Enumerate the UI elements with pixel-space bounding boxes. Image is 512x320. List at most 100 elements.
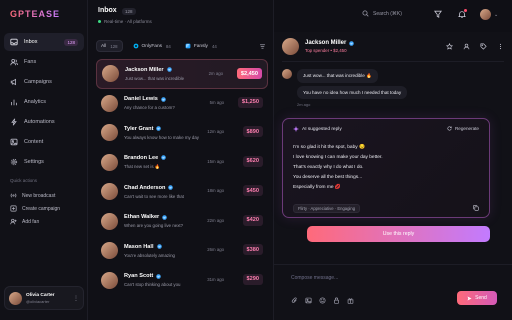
spend-amount-badge: $420 xyxy=(242,214,263,226)
sidebar-item-campaigns[interactable]: Campaigns xyxy=(4,73,84,91)
broadcast-icon xyxy=(10,192,17,199)
filter-count: 84 xyxy=(166,43,171,49)
search-placeholder: Search (⌘K) xyxy=(373,10,402,17)
filter-icon[interactable] xyxy=(434,10,442,18)
sidebar-item-analytics[interactable]: Analytics xyxy=(4,93,84,111)
verified-icon xyxy=(349,40,355,46)
emoji-icon[interactable] xyxy=(319,297,326,304)
message-preview: You always know how to make my day xyxy=(124,134,200,140)
conversation-row[interactable]: Mason Hall You're absolutely amazing 26m… xyxy=(96,236,268,266)
ai-reply-line: That's exactly why I do what I do. xyxy=(293,165,364,170)
sidebar-item-inbox[interactable]: Inbox 128 xyxy=(4,33,84,51)
filter-onlyfans[interactable]: OnlyFans 84 xyxy=(129,40,175,52)
avatar[interactable] xyxy=(282,38,299,55)
attachment-icon[interactable] xyxy=(291,297,298,304)
avatar[interactable] xyxy=(480,9,491,20)
inbox-panel: Inbox 128 Real-time · All platforms All … xyxy=(88,0,274,320)
spend-amount-badge: $380 xyxy=(242,244,263,255)
top-bar: Search (⌘K) ⌄ xyxy=(274,0,512,32)
verified-icon xyxy=(156,126,162,131)
spend-amount-badge: $2,450 xyxy=(236,68,262,79)
tone-tags: Flirty · Appreciative · Engaging xyxy=(293,204,361,213)
chat-fan-name: Jackson Miller xyxy=(305,40,347,46)
verified-icon xyxy=(166,67,172,72)
quick-action-add-fan[interactable]: Add fan xyxy=(10,218,84,225)
inbox-icon xyxy=(10,38,18,46)
conversation-row[interactable]: Brandon Lee That new set is 🔥 15m ago $6… xyxy=(96,148,268,178)
regenerate-button[interactable]: Regenerate xyxy=(447,126,479,131)
message-preview: Can't stop thinking about you xyxy=(124,282,181,288)
spend-amount-badge: $890 xyxy=(242,126,263,137)
avatar xyxy=(101,183,118,201)
user-profile-icon[interactable] xyxy=(463,43,470,50)
filter-all[interactable]: All 128 xyxy=(96,40,123,52)
sidebar-item-label: Analytics xyxy=(24,99,47,105)
lock-icon[interactable] xyxy=(333,297,340,304)
chevron-down-icon[interactable]: ⌄ xyxy=(494,12,498,18)
avatar xyxy=(101,271,118,289)
user-profile-card[interactable]: Olivia Carter @oliviacarter ⋮ xyxy=(4,286,84,310)
verified-icon xyxy=(168,185,174,190)
fan-name: Ryan Scott xyxy=(124,273,154,280)
conversation-row[interactable]: Jackson Miller Just wow... that was incr… xyxy=(96,59,268,89)
inbox-title: Inbox xyxy=(98,7,117,14)
quick-action-new-broadcast[interactable]: New broadcast xyxy=(10,192,84,199)
inbox-subtitle: Real-time · All platforms xyxy=(98,19,152,24)
users-icon xyxy=(10,58,18,66)
verified-icon xyxy=(161,97,166,102)
sidebar-item-settings[interactable]: Settings xyxy=(4,153,84,171)
filter-fansly[interactable]: Fansly 44 xyxy=(181,40,221,52)
gift-icon[interactable] xyxy=(347,297,354,304)
conversation-row[interactable]: Daniel Lewis Any chance for a custom? 5m… xyxy=(96,89,268,119)
incoming-message-group: Just wow... that was incredible 🔥 You ha… xyxy=(282,69,408,107)
tag-icon[interactable] xyxy=(480,43,487,50)
sidebar-item-content[interactable]: Content xyxy=(4,133,84,151)
quick-action-label: Add fan xyxy=(22,218,40,225)
fan-name: Ethan Walker xyxy=(124,214,160,221)
sidebar-item-label: Inbox xyxy=(24,39,38,45)
message-time: 5m ago xyxy=(209,99,224,105)
message-composer: Compose message... Send xyxy=(274,264,512,320)
more-options-icon[interactable]: ⋮ xyxy=(73,295,79,302)
conversation-row[interactable]: Tyler Grant You always know how to make … xyxy=(96,118,268,148)
spend-amount-badge: $1,250 xyxy=(237,96,263,108)
fan-name: Jackson Miller xyxy=(125,66,164,73)
sidebar-item-fans[interactable]: Fans xyxy=(4,53,84,71)
megaphone-icon xyxy=(10,78,18,86)
conversation-row[interactable]: Ryan Scott Can't stop thinking about you… xyxy=(96,266,268,296)
sort-icon[interactable] xyxy=(259,43,266,50)
star-icon[interactable] xyxy=(446,43,453,50)
profile-name: Olivia Carter xyxy=(26,292,55,298)
sidebar-item-label: Content xyxy=(24,139,44,145)
notification-dot xyxy=(464,9,467,12)
more-options-icon[interactable] xyxy=(497,43,504,50)
regenerate-label: Regenerate xyxy=(454,126,479,131)
bell-icon[interactable] xyxy=(458,9,467,18)
use-reply-button[interactable]: Use this reply xyxy=(307,226,490,242)
platform-filters: All 128 OnlyFans 84 Fansly 44 xyxy=(96,40,266,52)
lightning-icon xyxy=(10,118,18,126)
avatar xyxy=(9,291,22,305)
send-button[interactable]: Send xyxy=(457,291,497,305)
inbox-count-badge: 128 xyxy=(64,38,78,46)
conversation-row[interactable]: Chad Anderson Can't wait to see more lik… xyxy=(96,177,268,207)
filter-label: All xyxy=(101,43,107,49)
fansly-icon xyxy=(185,43,191,49)
conversation-row[interactable]: Ethan Walker When are you going live nex… xyxy=(96,207,268,237)
copy-icon[interactable] xyxy=(473,205,479,211)
image-icon[interactable] xyxy=(305,297,312,304)
app-logo[interactable]: GPTEASE xyxy=(10,9,60,19)
search-input[interactable]: Search (⌘K) xyxy=(362,10,402,17)
message-time: 31m ago xyxy=(207,276,224,282)
ai-card-title: AI suggested reply xyxy=(302,126,342,132)
onlyfans-icon xyxy=(133,43,139,49)
sidebar-item-automations[interactable]: Automations xyxy=(4,113,84,131)
quick-action-create-campaign[interactable]: Create campaign xyxy=(10,205,84,212)
filter-label: Fansly xyxy=(193,43,208,49)
sidebar-item-label: Automations xyxy=(24,119,55,125)
sidebar: GPTEASE Inbox 128 Fans Campaigns Analyti… xyxy=(0,0,88,320)
fan-tag: Top spender • $2,450 xyxy=(305,48,347,53)
sparkle-icon xyxy=(293,126,299,132)
compose-input[interactable]: Compose message... xyxy=(291,275,338,281)
ai-reply-line: Especially from me 💋 xyxy=(293,185,341,190)
